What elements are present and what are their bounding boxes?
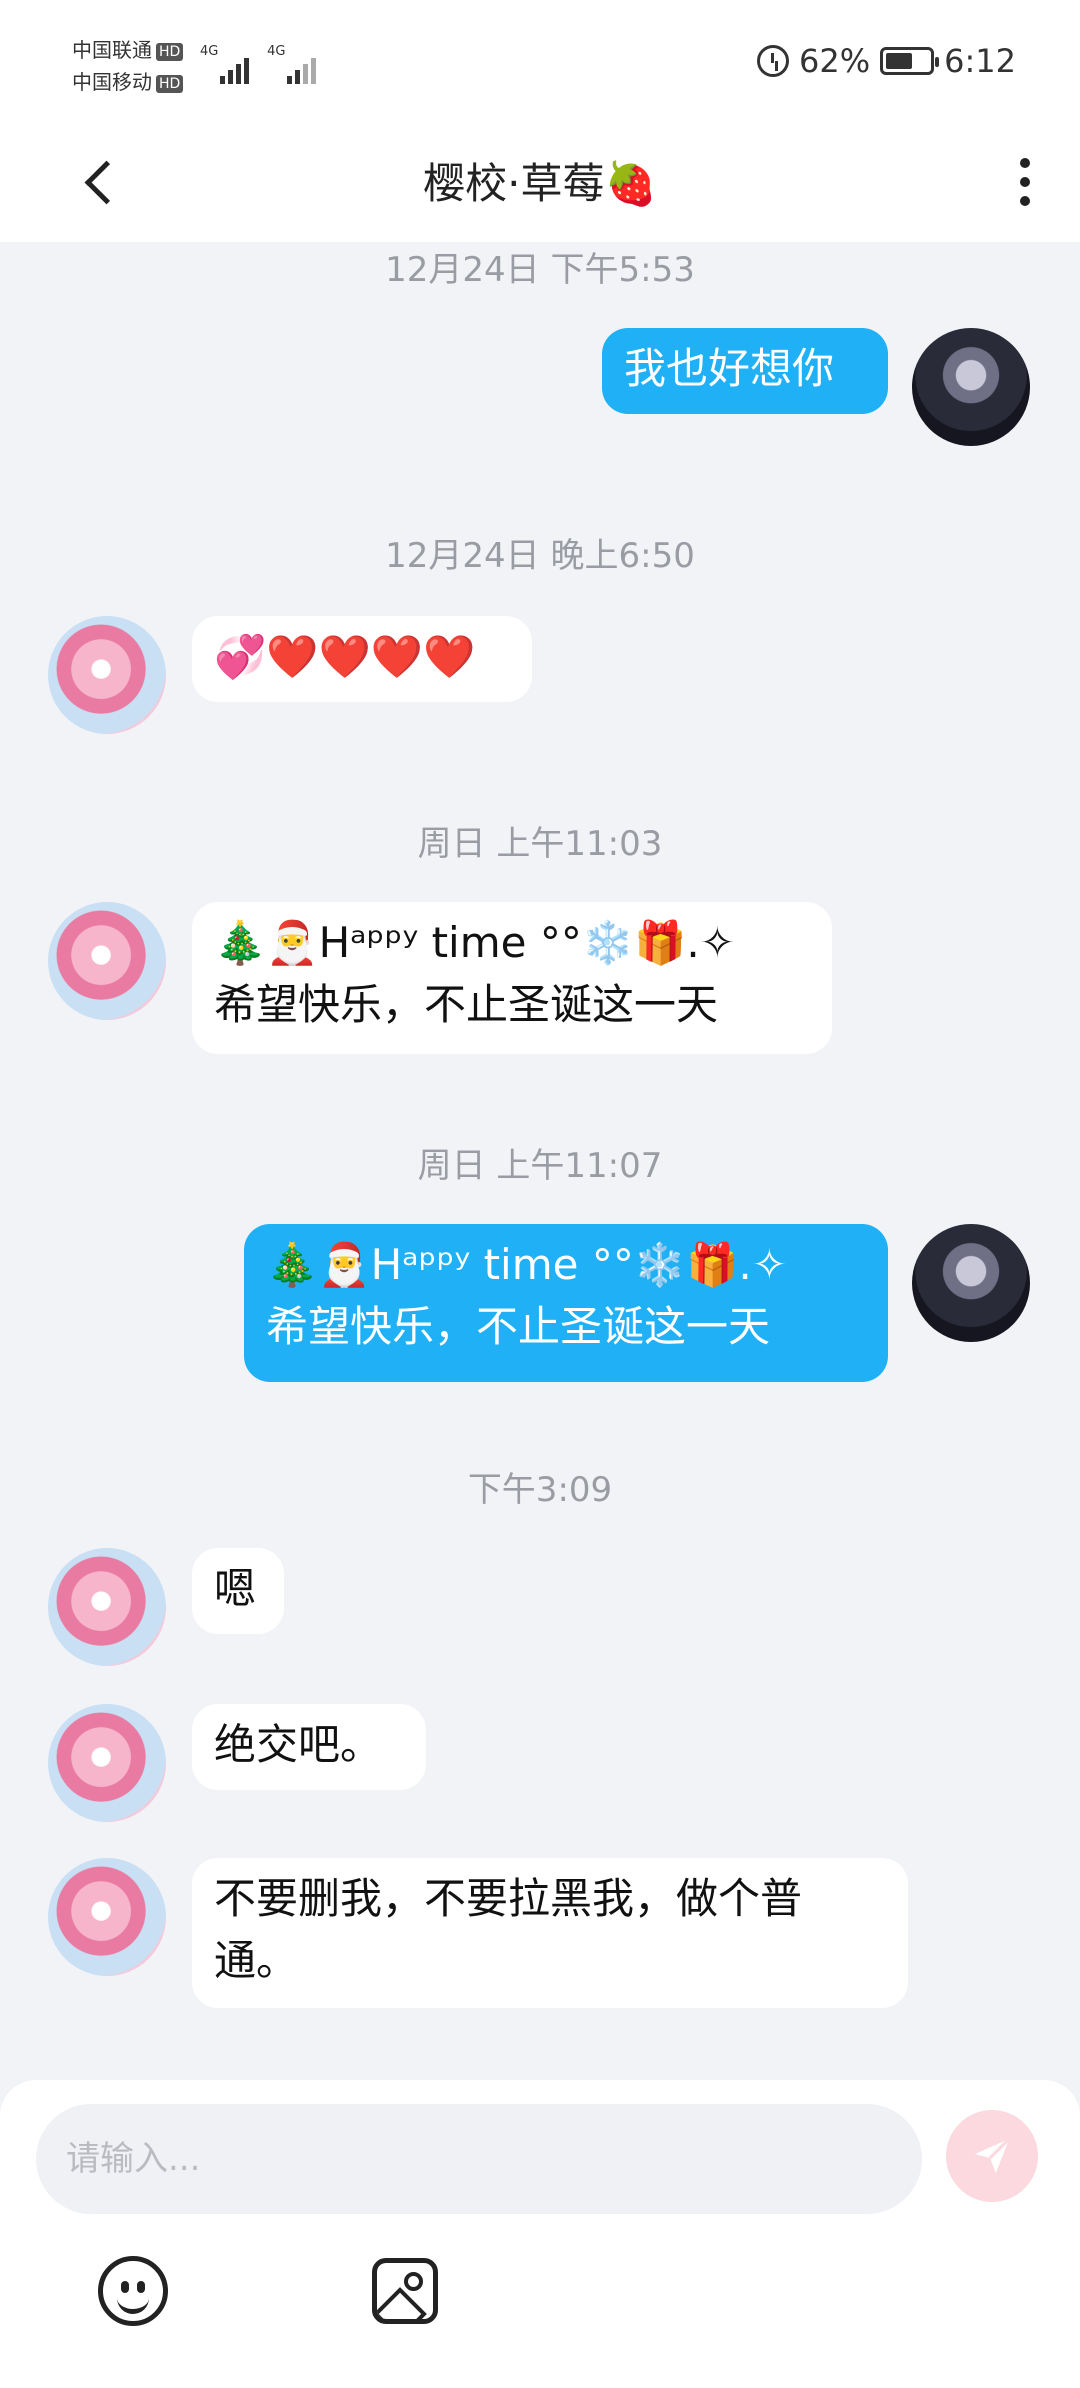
- image-icon: [404, 2272, 423, 2291]
- chat-title: 樱校·草莓🍓: [423, 159, 657, 208]
- message-text-line: 希望快乐，不止圣诞这一天: [266, 1302, 771, 1351]
- input-bar: [0, 2080, 1080, 2388]
- carrier-1: 中国联通: [72, 38, 152, 62]
- message-text-line: 🎄🎅Hᵃᵖᵖʸ time °°❄️🎁.✧: [266, 1240, 787, 1289]
- pink-anime-avatar[interactable]: [48, 902, 166, 1020]
- pink-anime-avatar[interactable]: [48, 616, 166, 734]
- message-timestamp: 12月24日 晚上6:50: [385, 536, 695, 576]
- incoming-message-bubble[interactable]: 不要删我，不要拉黑我，做个普 通。: [192, 1858, 908, 2008]
- signal-icon: 4G: [267, 44, 329, 84]
- incoming-message-bubble[interactable]: 🎄🎅Hᵃᵖᵖʸ time °°❄️🎁.✧ 希望快乐，不止圣诞这一天: [192, 902, 832, 1054]
- chat-header: 樱校·草莓🍓: [0, 120, 1080, 242]
- send-button[interactable]: [946, 2110, 1038, 2202]
- message-text-line: 希望快乐，不止圣诞这一天: [214, 980, 719, 1029]
- status-bar: 中国联通 HD 中国移动 HD 4G 4G 62% 6:12: [0, 0, 1080, 120]
- dark-anime-avatar[interactable]: [912, 328, 1030, 446]
- dark-anime-avatar[interactable]: [912, 1224, 1030, 1342]
- signal-indicators: 4G 4G: [200, 44, 329, 88]
- signal-icon: 4G: [200, 44, 262, 84]
- incoming-message-bubble[interactable]: 💞❤️❤️❤️❤️: [192, 616, 532, 702]
- image-button[interactable]: [372, 2258, 438, 2324]
- clock: 6:12: [944, 42, 1016, 80]
- message-text-line: 💞❤️❤️❤️❤️: [214, 632, 476, 681]
- carrier-info: 中国联通 HD 中国移动 HD: [72, 34, 184, 98]
- network-type-2: 4G: [267, 44, 286, 59]
- pink-anime-avatar[interactable]: [48, 1704, 166, 1822]
- message-timestamp: 周日 上午11:07: [417, 1146, 663, 1186]
- incoming-message-bubble[interactable]: 绝交吧。: [192, 1704, 426, 1790]
- status-right: 62% 6:12: [757, 42, 1016, 80]
- message-timestamp: 下午3:09: [467, 1470, 613, 1510]
- message-input[interactable]: [36, 2104, 922, 2214]
- more-button[interactable]: [990, 142, 1060, 222]
- carrier-2: 中国移动: [72, 70, 152, 94]
- message-text-line: 通。: [214, 1936, 299, 1985]
- battery-icon: [880, 47, 940, 75]
- message-text-line: 我也好想你: [624, 344, 835, 393]
- alarm-icon: [757, 45, 790, 77]
- incoming-message-bubble[interactable]: 嗯: [192, 1548, 284, 1634]
- pink-anime-avatar[interactable]: [48, 1858, 166, 1976]
- message-timestamp: 周日 上午11:03: [417, 824, 663, 864]
- message-text-line: 🎄🎅Hᵃᵖᵖʸ time °°❄️🎁.✧: [214, 918, 735, 967]
- message-timestamp: 12月24日 下午5:53: [385, 250, 695, 290]
- message-text-line: 绝交吧。: [214, 1720, 383, 1769]
- message-text-line: 嗯: [214, 1564, 257, 1613]
- hd-badge: HD: [156, 74, 184, 93]
- emoji-button[interactable]: [98, 2256, 168, 2326]
- more-vertical-icon: [1020, 158, 1030, 168]
- network-type-1: 4G: [200, 44, 219, 59]
- pink-anime-avatar[interactable]: [48, 1548, 166, 1666]
- emoji-icon: [117, 2291, 149, 2314]
- hd-badge: HD: [156, 42, 184, 61]
- send-icon: [974, 2137, 1011, 2174]
- outgoing-message-bubble[interactable]: 🎄🎅Hᵃᵖᵖʸ time °°❄️🎁.✧ 希望快乐，不止圣诞这一天: [244, 1224, 888, 1382]
- message-text-line: 不要删我，不要拉黑我，做个普: [214, 1874, 803, 1923]
- outgoing-message-bubble[interactable]: 我也好想你: [602, 328, 888, 414]
- battery-percent: 62%: [799, 42, 871, 80]
